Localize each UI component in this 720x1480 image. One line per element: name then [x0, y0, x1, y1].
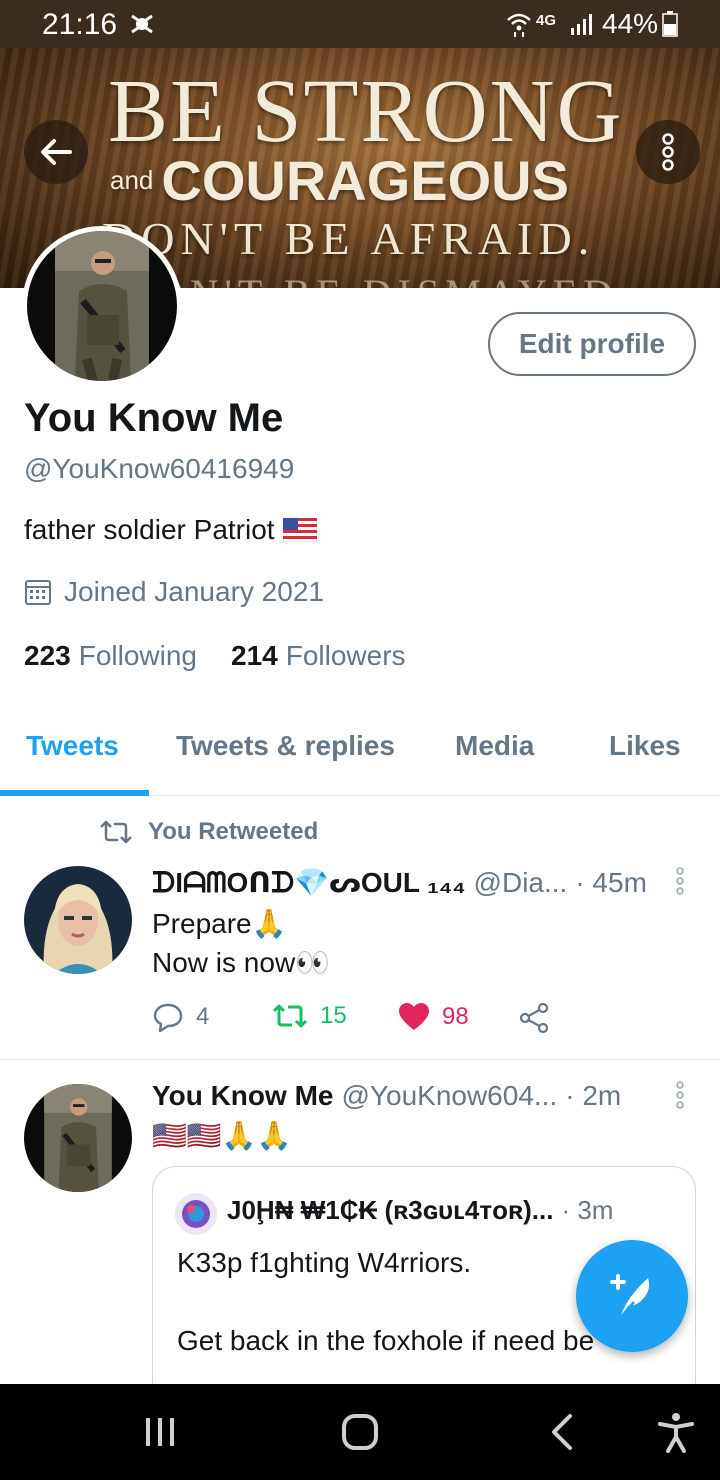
tab-tweets-replies[interactable]: Tweets & replies: [176, 730, 395, 762]
tweet-more-icon[interactable]: [674, 866, 686, 896]
quote-header: J0Ḩ₦ ₩1₵₭ (ʀ3ɢᴜʟ4ᴛᴏʀ)... · 3m: [227, 1195, 613, 1226]
back-arrow-icon: [41, 139, 72, 165]
retweet-button[interactable]: 15: [272, 1002, 347, 1030]
tweet-header: ᗪIᗩᗰOᑎᗪ💎ᔕOUL ₁₄₄ @Dia... · 45m: [152, 866, 647, 900]
battery-icon: [662, 11, 678, 37]
joined-text: Joined January 2021: [64, 576, 324, 607]
tweet-divider: [0, 1059, 720, 1060]
calendar-icon: [25, 580, 51, 605]
following-link[interactable]: 223 Following: [24, 640, 197, 672]
tab-tweets[interactable]: Tweets: [26, 730, 119, 762]
profile-avatar[interactable]: [22, 226, 182, 386]
followers-link[interactable]: 214 Followers: [231, 640, 406, 672]
us-flag-icon: [282, 518, 317, 542]
like-button[interactable]: 98: [398, 1002, 469, 1032]
soldier-photo: [24, 1084, 132, 1192]
quote-text-line: Get back in the foxhole if need be: [177, 1325, 595, 1356]
tweet-more-icon[interactable]: [674, 1080, 686, 1110]
follow-stats: 223 Following 214 Followers: [24, 640, 406, 672]
quote-time: · 3m: [561, 1195, 614, 1225]
tab-media[interactable]: Media: [455, 730, 534, 762]
compose-feather-icon: [610, 1274, 650, 1319]
compose-tweet-button[interactable]: [576, 1240, 688, 1352]
reply-count: 4: [196, 1003, 210, 1030]
notification-icon: [131, 14, 153, 34]
following-label: Following: [78, 640, 197, 671]
retweet-count: 15: [320, 1002, 347, 1029]
home-icon[interactable]: [338, 1410, 382, 1454]
battery-percent: 44%: [602, 8, 659, 39]
banner-text-line2: and COURAGEOUS: [110, 149, 569, 212]
bio: father soldier Patriot: [24, 514, 317, 546]
tweet-text: Prepare🙏 Now is now👀: [152, 904, 330, 982]
tab-likes[interactable]: Likes: [609, 730, 681, 762]
soldier-photo: [27, 231, 177, 381]
retweet-icon: [272, 1004, 308, 1028]
active-tab-indicator: [0, 790, 149, 796]
back-button[interactable]: [24, 120, 88, 184]
followers-count: 214: [231, 640, 278, 671]
edit-profile-button[interactable]: Edit profile: [488, 312, 696, 376]
quote-text-line: K33p f1ghting W4rriors.: [177, 1247, 472, 1278]
banner-text-line4: DON'T BE DISMAYED: [120, 270, 618, 288]
reply-icon: [153, 1003, 183, 1032]
banner-text-line3: DON'T BE AFRAID.: [102, 213, 596, 264]
wifi-icon: [507, 13, 531, 37]
followers-label: Followers: [285, 640, 406, 671]
tweet-text-line: Prepare🙏: [152, 908, 287, 939]
handle: @YouKnow60416949: [24, 453, 295, 484]
recent-apps-icon[interactable]: [138, 1410, 182, 1454]
tweet-time: · 45m: [575, 867, 647, 898]
profile-tabs: Tweets Tweets & replies Media Likes: [0, 712, 720, 796]
joined-date: Joined January 2021: [24, 576, 324, 608]
accessibility-icon[interactable]: [654, 1410, 698, 1454]
tweet-author-avatar[interactable]: [24, 1084, 132, 1192]
author-photo: [24, 866, 132, 974]
quote-author-avatar: [175, 1193, 217, 1235]
like-count: 98: [442, 1003, 469, 1030]
tweet-author-avatar[interactable]: [24, 866, 132, 974]
system-nav-bar: [0, 1384, 720, 1480]
quote-author-photo: [175, 1193, 217, 1235]
signal-icon: [571, 14, 592, 35]
display-name: You Know Me: [24, 396, 284, 440]
retweet-icon: [100, 820, 132, 844]
bio-text: father soldier Patriot: [24, 514, 275, 545]
more-options-button[interactable]: [636, 120, 700, 184]
back-nav-icon[interactable]: [542, 1410, 586, 1454]
retweet-indicator: You Retweeted: [100, 818, 318, 846]
tweet-time: · 2m: [565, 1080, 622, 1111]
following-count: 223: [24, 640, 71, 671]
status-bar: 21:16 4G 44%: [0, 0, 720, 48]
network-type: 4G: [536, 12, 557, 29]
more-vertical-icon: [662, 133, 674, 171]
tweet-author-name[interactable]: You Know Me: [152, 1080, 333, 1112]
tweet-header: You Know Me @YouKnow604... · 2m: [152, 1080, 621, 1112]
reply-button[interactable]: 4: [152, 1002, 209, 1032]
tweet-text: 🇺🇸🇺🇸🙏🙏: [152, 1120, 292, 1151]
status-time: 21:16: [42, 8, 118, 41]
heart-icon: [399, 1003, 429, 1030]
tweet-actions: 4 15 98: [152, 1002, 572, 1038]
retweet-label: You Retweeted: [148, 818, 319, 845]
tweet-author-handle[interactable]: @Dia...: [474, 867, 568, 899]
quote-author-name: J0Ḩ₦ ₩1₵₭ (ʀ3ɢᴜʟ4ᴛᴏʀ)...: [227, 1195, 554, 1225]
share-button[interactable]: [518, 1002, 550, 1034]
tweet-author-handle[interactable]: @YouKnow604...: [341, 1080, 557, 1112]
tweet-text-line: Now is now👀: [152, 947, 331, 978]
share-icon: [519, 1002, 549, 1034]
tweet-author-name[interactable]: ᗪIᗩᗰOᑎᗪ💎ᔕOUL ₁₄₄: [152, 866, 466, 900]
